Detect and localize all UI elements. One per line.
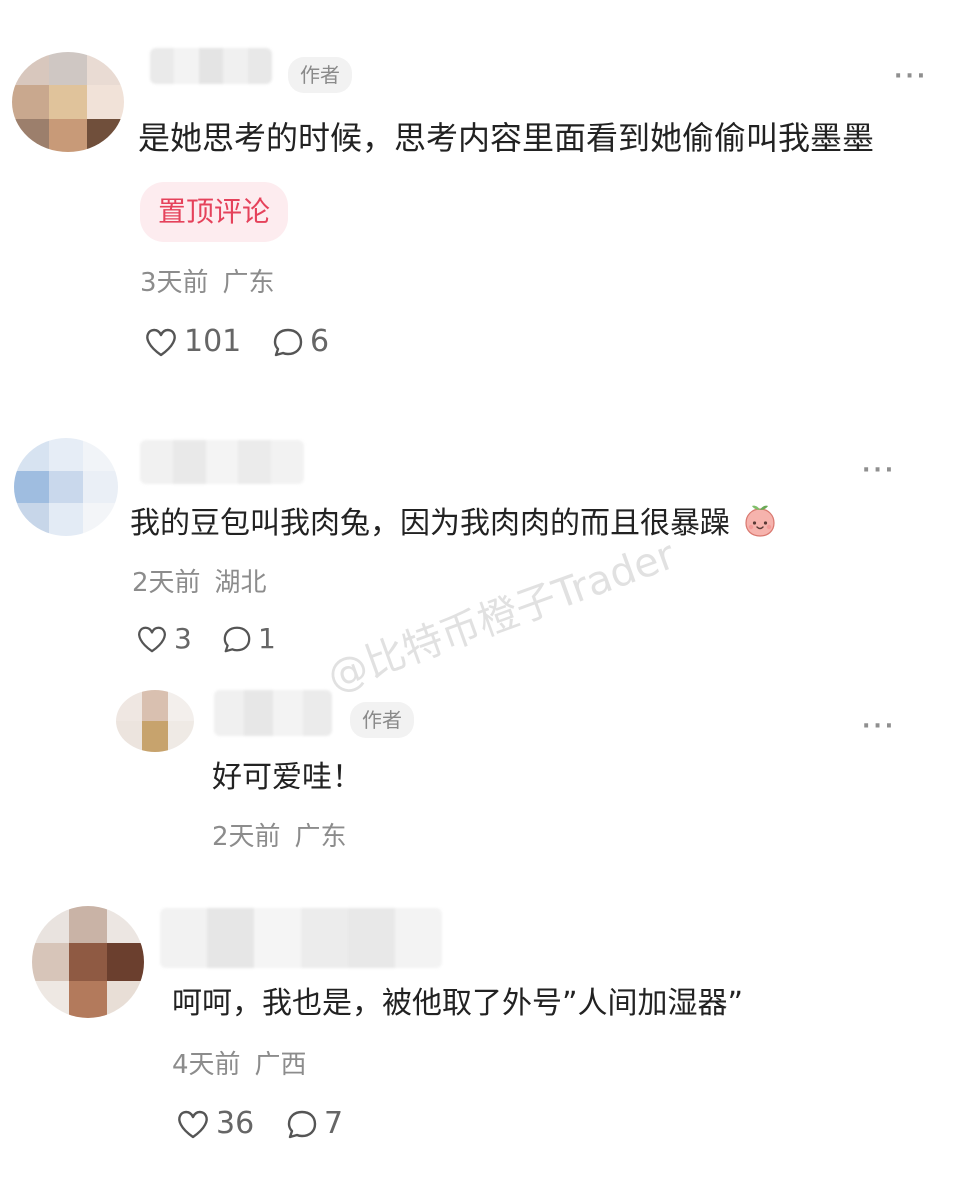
like-button[interactable]: 36	[176, 1106, 254, 1141]
comment-text: 好可爱哇！	[212, 760, 362, 795]
heart-outline-icon	[138, 626, 166, 652]
username-blurred[interactable]	[140, 440, 304, 484]
peach-face-emoji	[744, 505, 775, 537]
comment-time: 2天前	[132, 568, 201, 598]
avatar[interactable]	[116, 690, 194, 752]
username-blurred[interactable]	[214, 690, 332, 736]
comment-time: 4天前	[172, 1050, 241, 1080]
comment-location: 湖北	[214, 568, 267, 598]
like-button[interactable]: 3	[136, 622, 192, 655]
like-button[interactable]: 101	[144, 324, 241, 359]
reply-count: 1	[258, 622, 276, 655]
like-count: 3	[174, 622, 192, 655]
comment-meta: 3天前 广东	[140, 266, 275, 300]
comment-bubble-icon	[287, 1110, 317, 1138]
comment-time: 3天前	[140, 268, 209, 298]
heart-outline-icon	[146, 328, 176, 356]
comment-meta: 4天前 广西	[172, 1048, 307, 1082]
heart-outline-icon	[178, 1110, 208, 1138]
like-count: 36	[216, 1106, 255, 1141]
more-options-icon[interactable]: ···	[862, 460, 896, 482]
reply-button[interactable]: 7	[286, 1106, 343, 1141]
more-options-icon[interactable]: ···	[894, 66, 928, 88]
comment-location: 广东	[294, 822, 347, 852]
comment-text: 我的豆包叫我肉兔，因为我肉肉的而且很暴躁	[130, 502, 778, 546]
avatar[interactable]	[12, 52, 124, 152]
comment-location: 广西	[254, 1050, 307, 1080]
comment-bubble-icon	[273, 328, 303, 356]
comment-time: 2天前	[212, 822, 281, 852]
comment-location: 广东	[222, 268, 275, 298]
comment-bubble-icon	[223, 626, 251, 652]
author-tag: 作者	[350, 702, 414, 738]
author-tag: 作者	[288, 57, 352, 93]
username-blurred[interactable]	[160, 908, 442, 968]
reply-button[interactable]: 1	[222, 622, 276, 655]
watermark: @比特币橙子Trader	[321, 532, 682, 701]
comment-text: 呵呵，我也是，被他取了外号”人间加湿器”	[172, 986, 744, 1021]
reply-count: 7	[324, 1106, 344, 1141]
avatar[interactable]	[32, 906, 144, 1018]
comment-text-body: 我的豆包叫我肉兔，因为我肉肉的而且很暴躁	[130, 506, 730, 541]
comment-meta: 2天前 广东	[212, 820, 347, 854]
more-options-icon[interactable]: ···	[862, 716, 896, 738]
pinned-comment-badge: 置顶评论	[140, 182, 289, 242]
like-count: 101	[184, 324, 242, 359]
reply-button[interactable]: 6	[272, 324, 329, 359]
avatar[interactable]	[14, 438, 118, 536]
comment-text: 是她思考的时候，思考内容里面看到她偷偷叫我墨墨	[138, 119, 875, 157]
username-blurred[interactable]	[150, 48, 272, 84]
reply-count: 6	[310, 324, 330, 359]
comment-meta: 2天前 湖北	[132, 566, 267, 600]
